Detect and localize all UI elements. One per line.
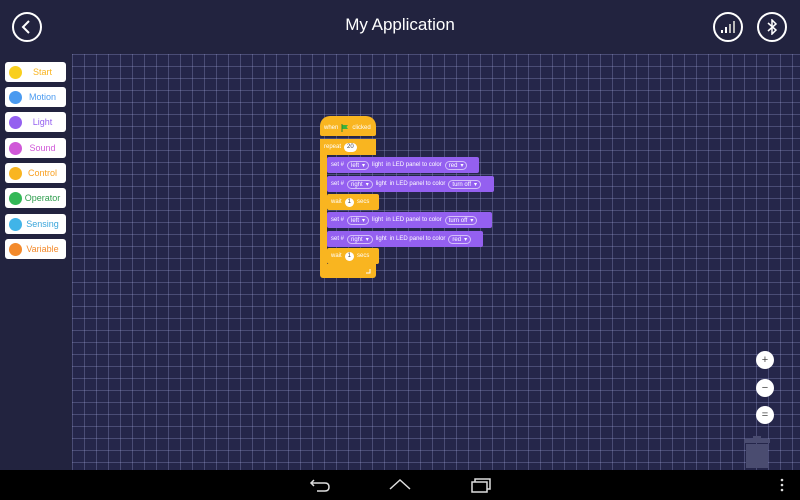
system-nav-bar [0,470,800,500]
loop-arrow-icon [366,268,371,273]
wait-block[interactable]: wait 1 secs [327,194,379,210]
category-dot [9,191,22,205]
category-operator[interactable]: Operator [5,188,66,208]
wait-block[interactable]: wait 1 secs [327,248,379,264]
repeat-arm [320,155,327,268]
bluetooth-button[interactable] [757,12,787,42]
wait-seconds-input[interactable]: 1 [344,197,355,207]
category-dot [9,242,22,256]
set-led-block[interactable]: set # left ▾ light in LED panel to color … [327,212,492,228]
category-palette: Start Motion Light Sound Control Operato… [0,54,72,470]
set-led-block[interactable]: set # right ▾ light in LED panel to color… [327,176,494,192]
nav-back-button[interactable] [309,477,331,498]
repeat-block[interactable]: repeat 20 [320,139,376,155]
nav-menu-button[interactable] [780,478,784,497]
category-dot [9,65,22,79]
trash-icon[interactable] [744,436,770,473]
nav-home-button[interactable] [388,477,412,498]
set-led-block[interactable]: set # left ▾ light in LED panel to color … [327,157,479,173]
flag-icon [341,124,349,132]
category-dot [9,166,22,180]
category-sound[interactable]: Sound [5,138,66,158]
when-clicked-block[interactable]: when clicked [320,116,376,136]
nav-recents-button[interactable] [470,477,492,498]
side-dropdown[interactable]: left ▾ [347,215,370,225]
side-dropdown[interactable]: left ▾ [347,160,370,170]
header-bar: My Application [0,0,800,54]
side-dropdown[interactable]: right ▾ [347,234,373,244]
bluetooth-icon [767,19,778,35]
category-light[interactable]: Light [5,112,66,132]
more-vert-icon [780,478,784,492]
zoom-in-button[interactable]: + [756,351,774,369]
category-dot [9,217,22,231]
category-variable[interactable]: Variable [5,239,66,259]
wait-seconds-input[interactable]: 1 [344,251,355,261]
color-dropdown[interactable]: red ▾ [444,160,468,170]
signal-icon [721,21,735,33]
zoom-reset-button[interactable]: = [756,406,774,424]
set-led-block[interactable]: set # right ▾ light in LED panel to color… [327,231,483,247]
signal-button[interactable] [713,12,743,42]
category-motion[interactable]: Motion [5,87,66,107]
color-dropdown[interactable]: red ▾ [448,234,472,244]
page-title: My Application [345,15,455,34]
back-arrow-icon [309,479,330,492]
home-icon [389,478,411,490]
color-dropdown[interactable]: turn off ▾ [444,215,478,225]
category-sensing[interactable]: Sensing [5,214,66,234]
workspace-canvas[interactable]: when clicked repeat 20 set # left ▾ light… [72,54,800,470]
app: My Application when clicked repeat 20 se… [0,0,800,500]
category-start[interactable]: Start [5,62,66,82]
zoom-out-button[interactable]: − [756,379,774,397]
side-dropdown[interactable]: right ▾ [347,179,373,189]
category-dot [9,141,22,155]
category-control[interactable]: Control [5,163,66,183]
category-dot [9,90,22,104]
recents-icon [471,478,491,493]
category-dot [9,115,22,129]
repeat-end-block [320,264,376,278]
color-dropdown[interactable]: turn off ▾ [448,179,482,189]
repeat-count-input[interactable]: 20 [344,142,357,152]
